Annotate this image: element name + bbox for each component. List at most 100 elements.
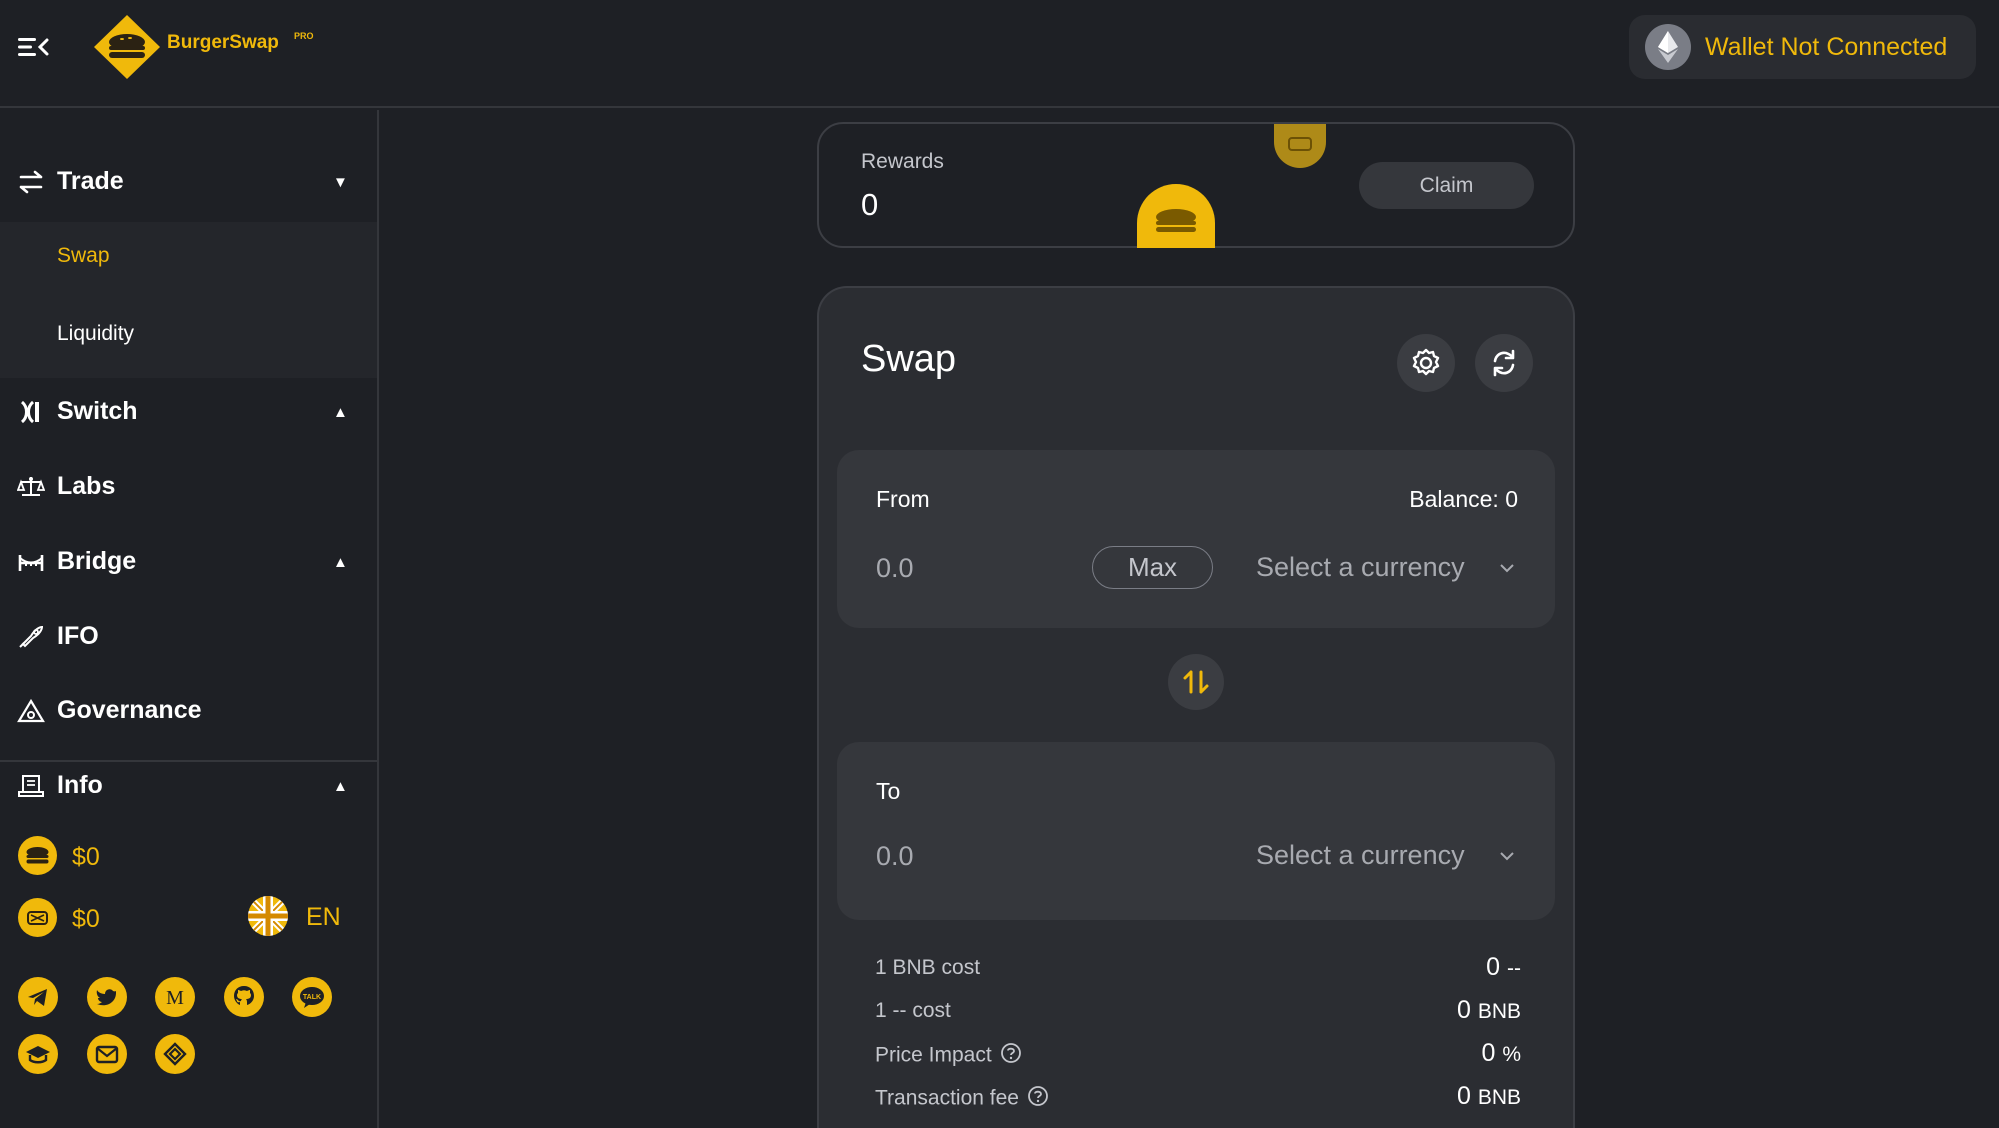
info-document-icon	[17, 773, 45, 799]
to-label: To	[876, 778, 901, 804]
from-balance: Balance: 0	[1409, 486, 1518, 512]
burgerswap-logo-icon[interactable]	[92, 14, 162, 80]
nav-trade-label: Trade	[57, 167, 124, 195]
governance-icon	[17, 698, 45, 724]
nav-trade[interactable]: Trade ▼	[0, 154, 377, 210]
sidebar-nav: Trade ▼ Swap Liquidity Switch ▲ Labs Bri…	[0, 110, 379, 1128]
transaction-fee-row: Transaction fee 0 BNB	[875, 1082, 1521, 1115]
caret-up-icon: ▲	[333, 554, 348, 571]
transaction-fee-label: Transaction fee	[875, 1085, 1049, 1113]
burger-price-value: $0	[72, 843, 100, 871]
burger-coin-icon	[1137, 184, 1215, 248]
medium-icon[interactable]: M	[155, 977, 195, 1017]
menu-collapse-icon[interactable]	[16, 34, 50, 60]
token-cost-row: 1 -- cost 0 BNB	[875, 996, 1521, 1029]
question-circle-icon[interactable]	[1027, 1085, 1049, 1113]
burger-token-icon	[18, 836, 57, 875]
wallet-status-label: Wallet Not Connected	[1705, 33, 1948, 61]
nav-ifo[interactable]: IFO	[0, 609, 377, 665]
nav-labs[interactable]: Labs	[0, 459, 377, 515]
trade-submenu: Swap Liquidity	[0, 222, 377, 378]
gear-icon	[1412, 348, 1440, 376]
trade-arrows-icon	[17, 169, 45, 195]
twitter-icon[interactable]	[87, 977, 127, 1017]
caret-up-icon: ▲	[333, 778, 348, 795]
svg-text:M: M	[166, 987, 184, 1009]
nav-liquidity[interactable]: Liquidity	[0, 306, 377, 362]
transaction-fee-value: 0 BNB	[1456, 1082, 1521, 1110]
email-icon[interactable]	[87, 1034, 127, 1074]
language-selector[interactable]: EN	[248, 896, 348, 936]
to-amount-input[interactable]	[876, 836, 1056, 876]
caret-down-icon: ▼	[333, 174, 348, 191]
nav-info-label: Info	[57, 771, 103, 799]
nav-bridge-label: Bridge	[57, 547, 137, 575]
settings-button[interactable]	[1397, 334, 1455, 392]
nav-liquidity-label: Liquidity	[57, 322, 135, 345]
caret-up-icon: ▲	[333, 404, 348, 421]
to-panel: To Select a currency	[837, 742, 1555, 920]
chevron-down-icon	[1499, 561, 1515, 579]
rewards-card: Rewards 0 Claim	[817, 122, 1575, 248]
max-button[interactable]: Max	[1092, 546, 1213, 589]
bridge-icon	[17, 549, 45, 575]
kakaotalk-icon[interactable]: TALK	[292, 977, 332, 1017]
to-currency-select[interactable]: Select a currency	[1256, 837, 1516, 877]
from-currency-label: Select a currency	[1256, 552, 1465, 582]
nav-ifo-label: IFO	[57, 622, 99, 650]
nav-swap[interactable]: Swap	[0, 228, 377, 284]
bnb-cost-row: 1 BNB cost 0 --	[875, 953, 1521, 986]
from-panel: From Balance: 0 Max Select a currency	[837, 450, 1555, 628]
bnb-cost-value: 0 --	[1486, 953, 1521, 981]
refresh-button[interactable]	[1475, 334, 1533, 392]
ethereum-icon	[1645, 24, 1691, 70]
to-currency-label: Select a currency	[1256, 840, 1465, 870]
wallet-connect-button[interactable]: Wallet Not Connected	[1629, 15, 1976, 79]
from-amount-input[interactable]	[876, 548, 1056, 588]
brand-name: BurgerSwap	[167, 32, 279, 53]
top-bar: BurgerSwap PRO Wallet Not Connected	[0, 0, 1999, 108]
switch-icon	[17, 399, 45, 425]
xburger-coin-icon	[1274, 124, 1326, 168]
token-cost-label: 1 -- cost	[875, 999, 951, 1022]
from-currency-select[interactable]: Select a currency	[1256, 549, 1516, 589]
telegram-icon[interactable]	[18, 977, 58, 1017]
rewards-label: Rewards	[861, 150, 944, 173]
price-impact-row: Price Impact 0 %	[875, 1039, 1521, 1072]
xburger-token-icon	[18, 898, 57, 937]
xburger-price-value: $0	[72, 905, 100, 933]
nav-bridge[interactable]: Bridge ▲	[0, 534, 377, 590]
price-impact-label: Price Impact	[875, 1042, 1022, 1070]
swap-title: Swap	[861, 338, 957, 380]
nav-info[interactable]: Info ▲	[0, 758, 377, 814]
question-circle-icon[interactable]	[1000, 1042, 1022, 1070]
nav-swap-label: Swap	[57, 244, 110, 267]
brand-pro-tag: PRO	[294, 31, 314, 41]
svg-text:TALK: TALK	[303, 994, 321, 1001]
github-icon[interactable]	[224, 977, 264, 1017]
bnb-cost-label: 1 BNB cost	[875, 956, 981, 979]
rewards-value: 0	[861, 187, 879, 222]
swap-card: Swap From Balance: 0 Max Select a curren…	[817, 286, 1575, 1128]
claim-button[interactable]: Claim	[1359, 162, 1534, 209]
ifo-rocket-icon	[17, 624, 45, 650]
swap-direction-button[interactable]	[1168, 654, 1224, 710]
refresh-icon	[1493, 349, 1515, 377]
labs-scale-icon	[16, 474, 46, 500]
nav-governance-label: Governance	[57, 696, 202, 724]
binance-icon[interactable]	[155, 1034, 195, 1074]
nav-labs-label: Labs	[57, 472, 116, 500]
docs-icon[interactable]	[18, 1034, 58, 1074]
uk-flag-icon	[248, 896, 288, 936]
language-label: EN	[306, 903, 341, 931]
nav-switch-label: Switch	[57, 397, 138, 425]
xburger-price: $0	[18, 898, 218, 938]
swap-arrows-icon	[1183, 670, 1209, 694]
nav-switch[interactable]: Switch ▲	[0, 384, 377, 440]
price-impact-value: 0 %	[1481, 1039, 1521, 1067]
token-cost-value: 0 BNB	[1456, 996, 1521, 1024]
from-label: From	[876, 486, 930, 512]
burger-price: $0	[18, 836, 218, 876]
chevron-down-icon	[1499, 849, 1515, 867]
nav-governance[interactable]: Governance	[0, 683, 377, 739]
